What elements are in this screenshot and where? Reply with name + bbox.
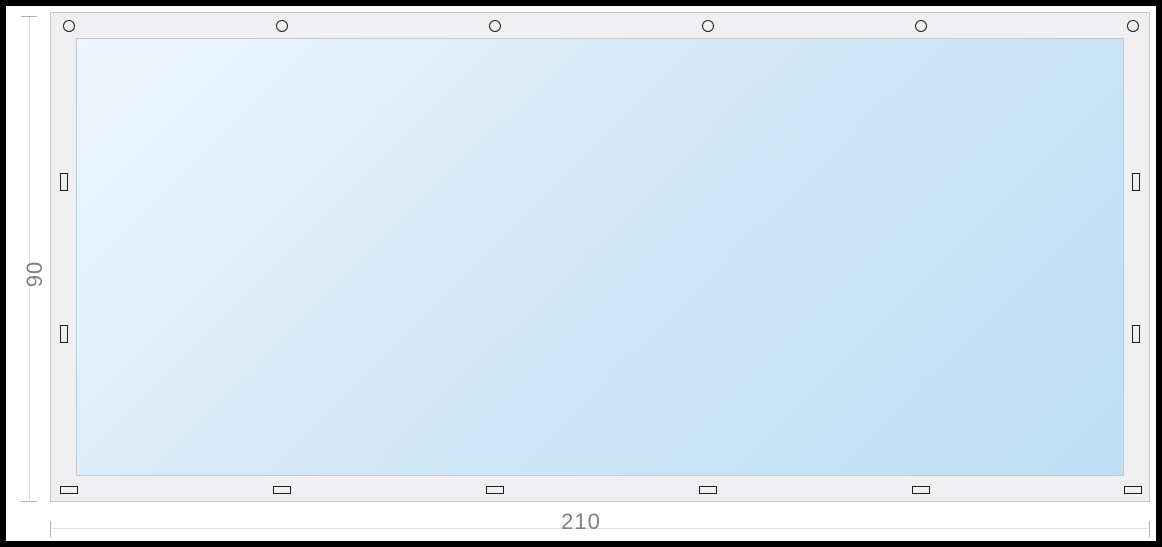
slot-icon <box>273 486 291 494</box>
dim-height-tick-bottom <box>21 501 37 502</box>
hole-icon <box>1127 20 1139 32</box>
panel-glass-area <box>76 38 1124 476</box>
side-slot-icon <box>60 173 68 191</box>
slot-icon <box>1124 486 1142 494</box>
slot-icon <box>699 486 717 494</box>
hole-icon <box>489 20 501 32</box>
slot-icon <box>912 486 930 494</box>
side-slot-icon <box>60 325 68 343</box>
panel-outer-frame <box>50 12 1150 502</box>
hole-icon <box>915 20 927 32</box>
slot-icon <box>60 486 78 494</box>
dim-height-label: 90 <box>22 260 48 286</box>
dim-width-tick-right <box>1149 521 1150 537</box>
slot-icon <box>486 486 504 494</box>
hole-icon <box>702 20 714 32</box>
hole-icon <box>63 20 75 32</box>
dim-width-tick-left <box>50 521 51 537</box>
drawing-area: 90 210 <box>6 6 1156 541</box>
side-slot-icon <box>1132 325 1140 343</box>
dim-width-label: 210 <box>561 509 601 535</box>
dim-height-guide <box>29 16 30 501</box>
side-slot-icon <box>1132 173 1140 191</box>
hole-icon <box>276 20 288 32</box>
dim-height-tick-top <box>21 16 37 17</box>
